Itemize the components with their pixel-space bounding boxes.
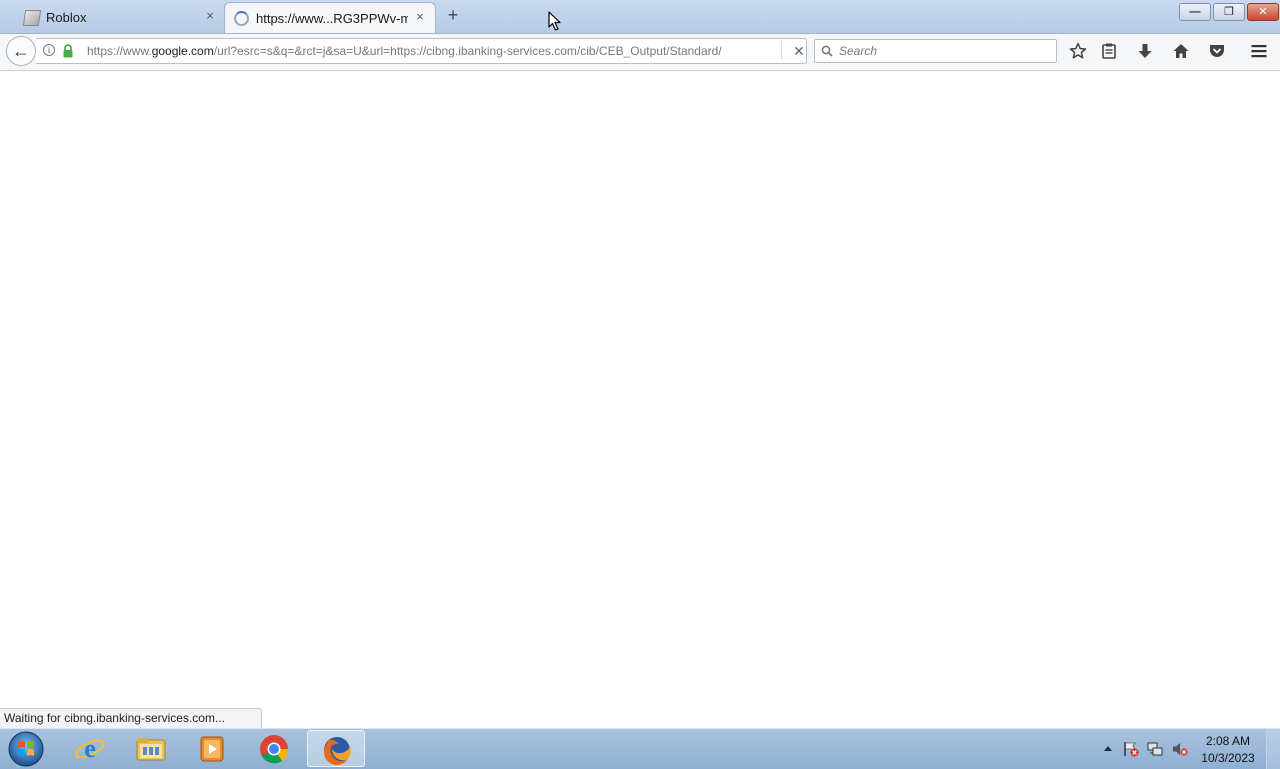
svg-text:e: e xyxy=(84,734,96,763)
clock-date[interactable]: 10/3/2023 xyxy=(1194,751,1262,765)
start-button[interactable] xyxy=(4,730,48,768)
taskbar-chrome[interactable] xyxy=(245,730,303,767)
tab-active[interactable]: https://www...RG3PPWv-mF × xyxy=(224,2,436,33)
close-icon: ✕ xyxy=(1258,6,1268,18)
taskbar-firefox[interactable] xyxy=(307,730,365,767)
url-text[interactable]: https://www.google.com/url?esrc=s&q=&rct… xyxy=(87,44,777,58)
taskbar-internet-explorer[interactable]: e xyxy=(61,730,119,767)
taskbar-file-explorer[interactable] xyxy=(122,730,180,767)
minimize-button[interactable]: — xyxy=(1179,3,1211,21)
show-desktop-button[interactable] xyxy=(1266,729,1280,769)
stop-loading-button[interactable]: ✕ xyxy=(781,42,808,60)
clock-time[interactable]: 2:08 AM xyxy=(1194,734,1262,748)
restore-button[interactable]: ❐ xyxy=(1213,3,1245,21)
info-icon[interactable]: i xyxy=(43,44,55,56)
network-icon[interactable] xyxy=(1147,741,1163,757)
tab-strip: Roblox × https://www...RG3PPWv-mF × + — … xyxy=(0,0,1280,34)
search-icon xyxy=(821,45,833,57)
menu-icon[interactable] xyxy=(1250,42,1268,60)
page-content xyxy=(0,71,1280,728)
new-tab-button[interactable]: + xyxy=(444,5,462,25)
media-player-icon xyxy=(200,736,224,762)
show-hidden-icons-arrow[interactable] xyxy=(1100,741,1116,757)
mouse-cursor-icon xyxy=(548,11,561,31)
taskbar: e 2:08 AM 10/3/2023 xyxy=(0,728,1280,769)
close-window-button[interactable]: ✕ xyxy=(1247,3,1279,21)
tab-title: Roblox xyxy=(46,10,87,25)
tab-close-button[interactable]: × xyxy=(412,9,428,25)
restore-icon: ❐ xyxy=(1224,6,1234,18)
tab-roblox[interactable]: Roblox × xyxy=(0,2,224,33)
home-icon[interactable] xyxy=(1172,42,1190,60)
search-box[interactable] xyxy=(814,39,1057,63)
volume-muted-icon[interactable] xyxy=(1172,741,1188,757)
loading-spinner-icon xyxy=(234,11,249,26)
reading-list-icon[interactable] xyxy=(1100,42,1118,60)
navigation-toolbar: i https://www.google.com/url?esrc=s&q=&r… xyxy=(0,34,1280,71)
pocket-icon[interactable] xyxy=(1208,42,1226,60)
firefox-icon xyxy=(324,737,351,765)
download-icon[interactable] xyxy=(1136,42,1154,60)
minimize-icon: — xyxy=(1189,6,1201,18)
tab-close-button[interactable]: × xyxy=(202,8,218,24)
tab-title: https://www...RG3PPWv-mF xyxy=(256,11,408,26)
chrome-icon xyxy=(260,735,289,764)
taskbar-media-player[interactable] xyxy=(183,730,241,767)
file-explorer-icon xyxy=(136,738,166,761)
back-button[interactable]: ← xyxy=(6,36,36,66)
action-center-flag-icon[interactable] xyxy=(1123,741,1139,757)
page-icon xyxy=(22,10,42,26)
url-bar[interactable]: i https://www.google.com/url?esrc=s&q=&r… xyxy=(36,38,807,64)
lock-icon[interactable] xyxy=(63,44,73,58)
status-bar: Waiting for cibng.ibanking-services.com.… xyxy=(0,708,262,728)
bookmark-star-icon[interactable] xyxy=(1069,42,1087,60)
internet-explorer-icon: e xyxy=(75,734,105,763)
search-input[interactable] xyxy=(839,43,1049,59)
